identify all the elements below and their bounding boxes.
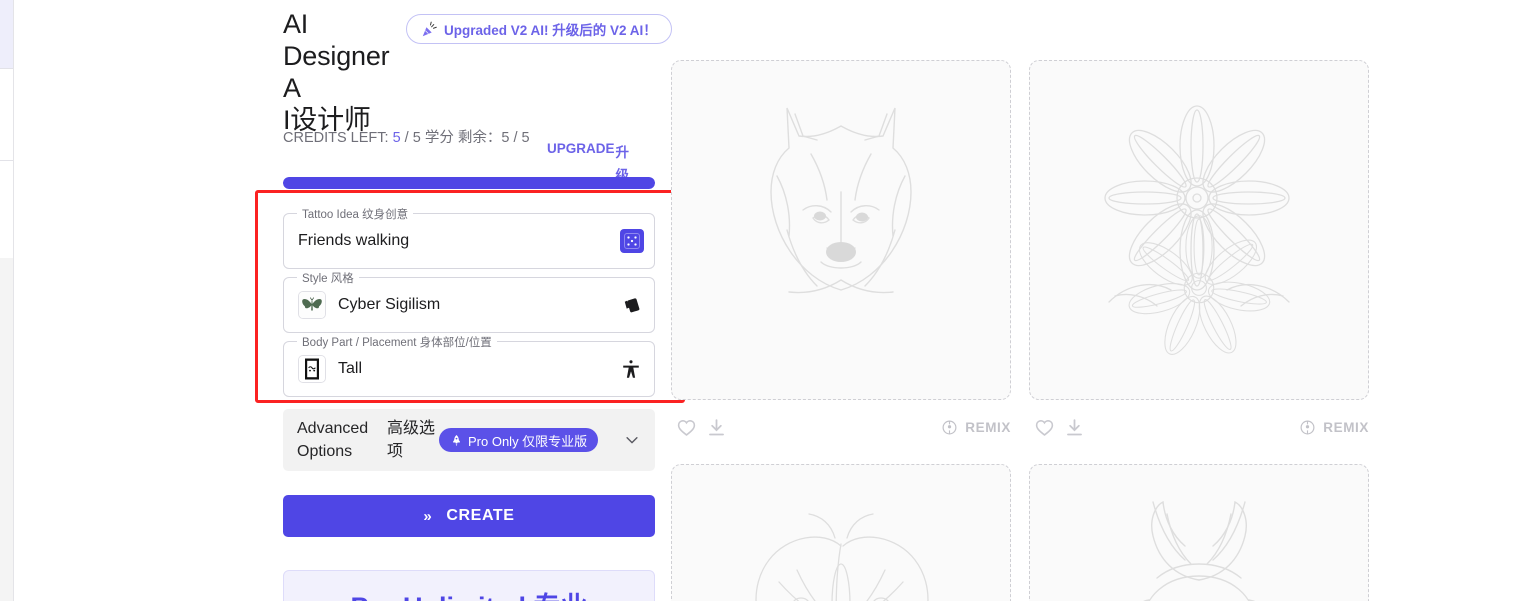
dice-glyph bbox=[624, 233, 640, 249]
rail-section-highlighted[interactable] bbox=[0, 0, 14, 68]
result-actions-wolf: REMIX bbox=[671, 410, 1011, 444]
results-grid: REMIX REMIX bbox=[671, 0, 1519, 601]
page-title-line2: Designer A bbox=[283, 41, 390, 103]
style-value: Cyber Sigilism bbox=[338, 296, 441, 313]
page-title-line1: AI bbox=[283, 9, 309, 39]
rail-section-muted bbox=[0, 258, 14, 601]
page-title: AI Designer A I设计师 bbox=[283, 8, 403, 136]
tattoo-idea-legend: Tattoo Idea 纹身创意 bbox=[297, 206, 414, 222]
remix-button[interactable]: REMIX bbox=[941, 419, 1011, 436]
tattoo-idea-field[interactable]: Tattoo Idea 纹身创意 Friends walking bbox=[283, 206, 655, 269]
remix-icon bbox=[1300, 420, 1315, 434]
style-legend: Style 风格 bbox=[297, 270, 359, 286]
pro-only-badge-label: Pro Only 仅限专业版 bbox=[468, 433, 588, 449]
advanced-options-row[interactable]: Advanced Options 高级选项 Pro Only 仅限专业版 bbox=[283, 409, 655, 471]
create-button[interactable]: » CREATE bbox=[283, 495, 655, 537]
rail-divider bbox=[0, 68, 14, 69]
result-actions-flower: REMIX bbox=[1029, 410, 1369, 444]
heart-icon[interactable] bbox=[671, 412, 701, 442]
advanced-options-label-cn: 高级选项 bbox=[387, 420, 436, 460]
result-card-wolf[interactable] bbox=[671, 60, 1011, 400]
app-root: AI Designer A I设计师 Upgraded V2 AI! 升级后的 … bbox=[0, 0, 1519, 601]
body-part-legend: Body Part / Placement 身体部位/位置 bbox=[297, 334, 497, 350]
credits-text: CREDITS LEFT: 5 / 5 学分 剩余：5 / 5 bbox=[283, 127, 545, 149]
remix-button[interactable]: REMIX bbox=[1299, 419, 1369, 436]
rocket-icon bbox=[453, 434, 460, 446]
upgraded-badge-label: Upgraded V2 AI! 升级后的 V2 AI！ bbox=[444, 23, 657, 38]
style-cards-glyph bbox=[624, 298, 640, 313]
pro-unlimited-promo[interactable]: Pro Unlimited 专业 bbox=[283, 570, 655, 601]
create-button-label: CREATE bbox=[446, 507, 515, 524]
placement-thumbnail-glyph bbox=[299, 356, 325, 382]
create-arrows-icon: » bbox=[423, 507, 433, 525]
result-card-horned-creature[interactable] bbox=[1029, 464, 1369, 601]
body-figure-icon[interactable] bbox=[618, 356, 644, 382]
remix-icon bbox=[942, 420, 957, 434]
left-rail bbox=[0, 0, 14, 601]
rail-edge bbox=[13, 0, 14, 601]
credits-progress-bar bbox=[283, 177, 655, 189]
butterfly-sketch bbox=[755, 513, 929, 601]
heart-icon[interactable] bbox=[1029, 412, 1059, 442]
tattoo-idea-value[interactable]: Friends walking bbox=[298, 232, 608, 250]
style-field[interactable]: Style 风格 Cyber Sigilism bbox=[283, 270, 655, 333]
result-card-butterfly[interactable] bbox=[671, 464, 1011, 601]
credits-label: CREDITS LEFT: bbox=[283, 130, 389, 146]
download-icon[interactable] bbox=[701, 412, 731, 442]
pro-only-badge[interactable]: Pro Only 仅限专业版 bbox=[439, 428, 599, 452]
download-icon[interactable] bbox=[1059, 412, 1089, 442]
flower-bouquet-sketch bbox=[1104, 105, 1290, 355]
upgraded-badge[interactable]: Upgraded V2 AI! 升级后的 V2 AI！ bbox=[406, 14, 672, 44]
upgrade-link-en: UPGRADE bbox=[547, 141, 615, 156]
advanced-options-label-en: Advanced Options bbox=[297, 420, 369, 460]
credits-value: 5 bbox=[392, 130, 401, 146]
generator-panel: AI Designer A I设计师 Upgraded V2 AI! 升级后的 … bbox=[283, 0, 672, 601]
pro-unlimited-promo-title: Pro Unlimited 专业 bbox=[350, 585, 587, 601]
style-cards-icon[interactable] bbox=[618, 292, 644, 318]
horned-creature-sketch bbox=[1143, 500, 1255, 601]
rail-divider bbox=[0, 160, 14, 161]
remix-label: REMIX bbox=[965, 419, 1011, 435]
wolf-head-sketch bbox=[770, 107, 912, 294]
body-figure-glyph bbox=[623, 360, 639, 378]
body-part-field[interactable]: Body Part / Placement 身体部位/位置 Tall bbox=[283, 334, 655, 397]
style-thumbnail-glyph bbox=[299, 292, 325, 318]
dice-icon[interactable] bbox=[620, 229, 644, 253]
placement-thumbnail-frame bbox=[298, 355, 326, 383]
style-thumbnail-butterfly bbox=[298, 291, 326, 319]
chevron-down-icon[interactable] bbox=[623, 431, 641, 449]
result-card-flower[interactable] bbox=[1029, 60, 1369, 400]
credits-progress-fill bbox=[283, 177, 655, 189]
credits-rest: / 5 学分 剩余：5 / 5 bbox=[400, 130, 530, 146]
body-part-value: Tall bbox=[338, 360, 363, 377]
party-popper-icon bbox=[422, 21, 437, 36]
remix-label: REMIX bbox=[1323, 419, 1369, 435]
